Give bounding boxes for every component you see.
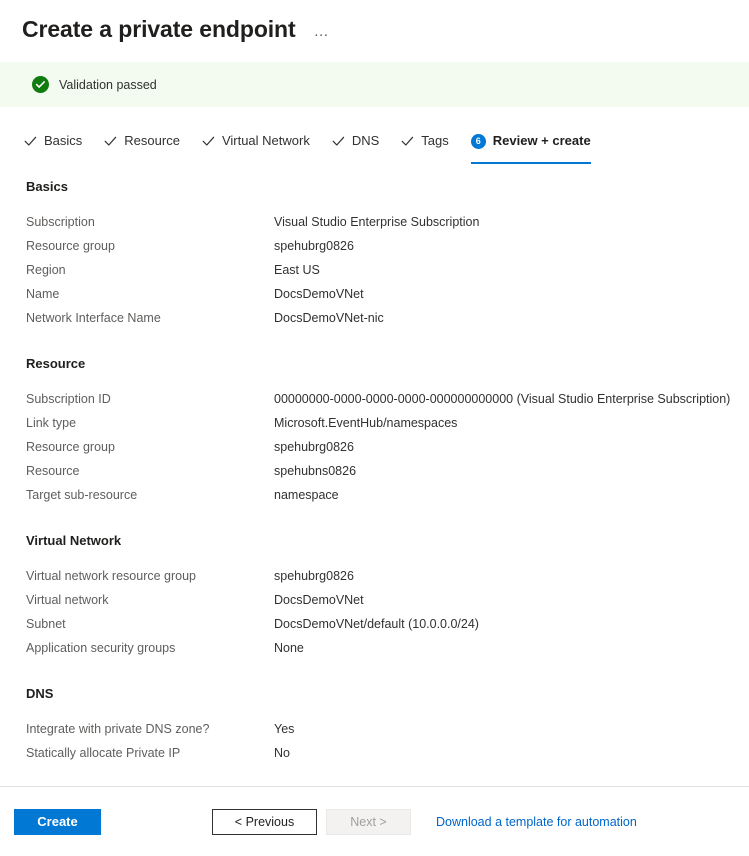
summary-row: Resource spehubns0826 [26,459,739,483]
wizard-footer: Create < Previous Next > Download a temp… [0,787,749,856]
row-value: spehubrg0826 [274,564,354,588]
tab-basics[interactable]: Basics [24,128,82,160]
row-label: Region [26,258,274,282]
download-template-link[interactable]: Download a template for automation [436,815,637,829]
page-title: Create a private endpoint [22,14,296,44]
check-circle-icon [32,76,49,93]
section-resource: Resource Subscription ID 00000000-0000-0… [26,355,739,507]
tab-label: Tags [421,132,448,150]
row-value: namespace [274,483,339,507]
row-label: Link type [26,411,274,435]
summary-row: Subscription Visual Studio Enterprise Su… [26,210,739,234]
row-label: Subnet [26,612,274,636]
summary-row: Target sub-resource namespace [26,483,739,507]
summary-row: Virtual network DocsDemoVNet [26,588,739,612]
validation-message: Validation passed [59,78,157,92]
row-label: Target sub-resource [26,483,274,507]
row-label: Network Interface Name [26,306,274,330]
tab-label: DNS [352,132,379,150]
section-dns: DNS Integrate with private DNS zone? Yes… [26,685,739,765]
previous-button[interactable]: < Previous [212,809,317,835]
tab-resource[interactable]: Resource [104,128,180,160]
wizard-tabs: Basics Resource Virtual Network [0,128,749,166]
row-value: No [274,741,290,765]
row-label: Subscription [26,210,274,234]
section-basics: Basics Subscription Visual Studio Enterp… [26,178,739,330]
section-heading: Basics [26,178,739,196]
check-icon [202,135,215,148]
tab-dns[interactable]: DNS [332,128,379,160]
row-value: DocsDemoVNet/default (10.0.0.0/24) [274,612,479,636]
row-value: Yes [274,717,294,741]
row-value: DocsDemoVNet [274,588,364,612]
row-value: Microsoft.EventHub/namespaces [274,411,457,435]
tab-label: Review + create [493,132,591,150]
row-label: Resource group [26,234,274,258]
summary-row: Network Interface Name DocsDemoVNet-nic [26,306,739,330]
summary-row: Application security groups None [26,636,739,660]
row-value: None [274,636,304,660]
row-value: spehubrg0826 [274,435,354,459]
summary-row: Subnet DocsDemoVNet/default (10.0.0.0/24… [26,612,739,636]
validation-banner: Validation passed [0,62,749,107]
tab-virtual-network[interactable]: Virtual Network [202,128,310,160]
summary-row: Subscription ID 00000000-0000-0000-0000-… [26,387,739,411]
row-label: Name [26,282,274,306]
row-label: Integrate with private DNS zone? [26,717,274,741]
summary-row: Integrate with private DNS zone? Yes [26,717,739,741]
section-virtual-network: Virtual Network Virtual network resource… [26,532,739,660]
tab-label: Resource [124,132,180,150]
summary-row: Link type Microsoft.EventHub/namespaces [26,411,739,435]
summary-row: Virtual network resource group spehubrg0… [26,564,739,588]
summary-row: Region East US [26,258,739,282]
more-options-icon[interactable]: … [314,27,331,37]
check-icon [332,135,345,148]
row-label: Resource group [26,435,274,459]
tab-label: Virtual Network [222,132,310,150]
row-value: DocsDemoVNet [274,282,364,306]
create-button[interactable]: Create [14,809,101,835]
summary-row: Resource group spehubrg0826 [26,435,739,459]
section-heading: Virtual Network [26,532,739,550]
row-value: East US [274,258,320,282]
next-button: Next > [326,809,411,835]
row-value: 00000000-0000-0000-0000-000000000000 (Vi… [274,387,730,411]
row-label: Virtual network [26,588,274,612]
tab-label: Basics [44,132,82,150]
row-label: Subscription ID [26,387,274,411]
tab-tags[interactable]: Tags [401,128,448,160]
section-heading: Resource [26,355,739,373]
row-label: Statically allocate Private IP [26,741,274,765]
row-label: Application security groups [26,636,274,660]
summary-row: Name DocsDemoVNet [26,282,739,306]
create-private-endpoint-page: Create a private endpoint … Validation p… [0,0,749,856]
section-heading: DNS [26,685,739,703]
row-value: spehubns0826 [274,459,356,483]
row-value: spehubrg0826 [274,234,354,258]
check-icon [24,135,37,148]
review-summary: Basics Subscription Visual Studio Enterp… [0,178,749,783]
row-label: Resource [26,459,274,483]
step-number-badge: 6 [471,134,486,149]
tab-review-create[interactable]: 6 Review + create [471,128,591,160]
summary-row: Resource group spehubrg0826 [26,234,739,258]
row-value: Visual Studio Enterprise Subscription [274,210,479,234]
summary-row: Statically allocate Private IP No [26,741,739,765]
check-icon [401,135,414,148]
row-value: DocsDemoVNet-nic [274,306,384,330]
check-icon [104,135,117,148]
page-header: Create a private endpoint … [0,0,749,48]
row-label: Virtual network resource group [26,564,274,588]
